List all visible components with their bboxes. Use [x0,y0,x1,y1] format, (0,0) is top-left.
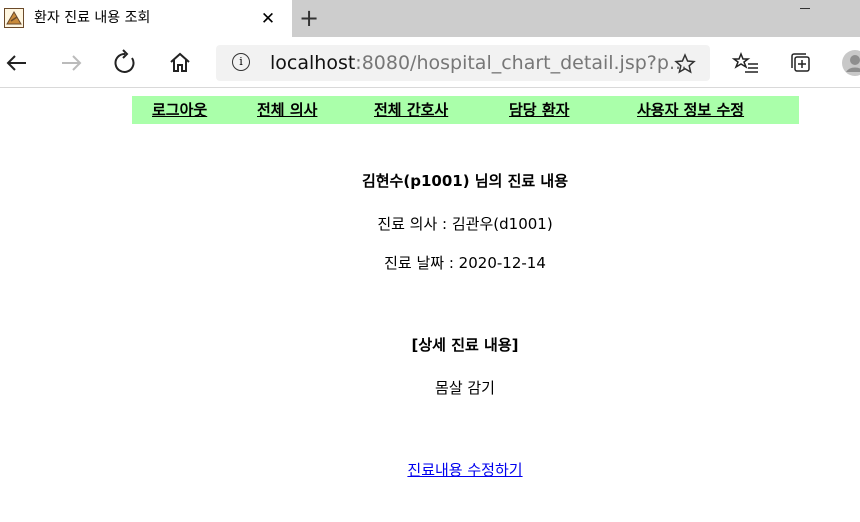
tab-title: 환자 진료 내용 조회 [34,10,151,26]
detail-content: 몸살 감기 [435,379,495,397]
nav-edit-profile-link[interactable]: 사용자 정보 수정 [637,100,744,120]
nav-all-doctors-link[interactable]: 전체 의사 [257,100,317,120]
new-tab-icon[interactable]: + [296,6,322,32]
profile-avatar-icon[interactable] [840,48,860,78]
visit-date: 진료 날짜 : 2020-12-14 [384,254,546,272]
doctor-info: 진료 의사 : 김관우(d1001) [377,215,553,233]
browser-toolbar: i localhost:8080/hospital_chart_detail.j… [0,38,860,88]
back-icon[interactable] [2,48,32,78]
main-nav: 로그아웃 전체 의사 전체 간호사 담당 환자 사용자 정보 수정 [132,96,799,124]
page-title: 김현수(p1001) 님의 진료 내용 [361,172,569,190]
browser-tab[interactable]: 환자 진료 내용 조회 ✕ [0,0,292,38]
nav-my-patients-link[interactable]: 담당 환자 [509,100,569,120]
edit-chart-link[interactable]: 진료내용 수정하기 [407,461,522,479]
detail-section-title: [상세 진료 내용] [411,336,519,354]
close-tab-icon[interactable]: ✕ [258,9,278,29]
forward-icon[interactable] [56,48,86,78]
site-info-icon[interactable]: i [232,53,250,71]
home-icon[interactable] [165,48,195,78]
collections-icon[interactable] [786,48,816,78]
refresh-icon[interactable] [110,48,140,78]
address-bar[interactable]: i localhost:8080/hospital_chart_detail.j… [216,45,710,81]
address-url[interactable]: localhost:8080/hospital_chart_detail.jsp… [270,52,687,74]
favorites-list-icon[interactable] [731,48,761,78]
favorite-star-icon[interactable] [674,53,696,75]
site-favicon-icon [4,8,24,28]
minimize-window-icon[interactable] [790,0,820,16]
nav-all-nurses-link[interactable]: 전체 간호사 [374,100,448,120]
nav-logout-link[interactable]: 로그아웃 [152,100,207,120]
tab-strip: 환자 진료 내용 조회 ✕ + [0,0,860,38]
edit-link-container: 진료내용 수정하기 [0,459,860,481]
